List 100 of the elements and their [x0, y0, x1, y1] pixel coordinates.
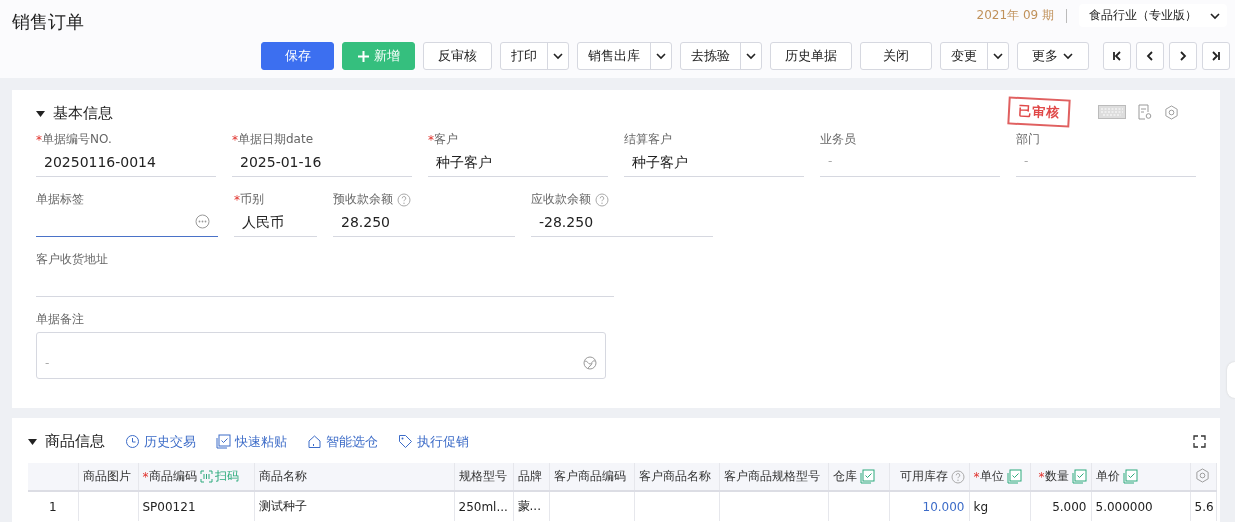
collapse-triangle-icon[interactable]: [36, 109, 45, 118]
form-field[interactable]: *币别 人民币: [234, 191, 317, 237]
table-cell: kg: [969, 491, 1030, 521]
split-button[interactable]: 销售出库: [577, 42, 672, 70]
required-mark: *: [232, 132, 238, 147]
column-title: 商品编码: [148, 468, 197, 485]
column-title: 商品图片: [82, 468, 131, 485]
page-title: 销售订单: [12, 10, 84, 34]
chevron-down-icon: [745, 50, 757, 62]
table-cell: 10.000: [889, 491, 969, 521]
house-icon: [307, 434, 322, 449]
column-title: 规格型号: [458, 468, 507, 485]
split-button[interactable]: 去拣验: [680, 42, 762, 70]
field-label: 币别: [240, 191, 264, 208]
toolbar-button[interactable]: 关闭: [860, 42, 932, 70]
edition-selector[interactable]: 食品行业（专业版）: [1079, 4, 1227, 27]
column-title: 单位: [979, 468, 1004, 485]
form-field[interactable]: *单据编号NO. 20250116-0014: [36, 131, 216, 177]
field-label: 业务员: [820, 131, 856, 148]
section-action-link[interactable]: 快速粘贴: [216, 432, 287, 451]
table-cell: 5.000000: [1091, 491, 1190, 521]
section-title: 商品信息: [45, 432, 105, 451]
plus-icon: [357, 49, 370, 63]
form-field[interactable]: 业务员 -: [820, 131, 1000, 177]
section-action-link[interactable]: 智能选仓: [307, 432, 378, 451]
required-mark: *: [973, 469, 980, 484]
more-button[interactable]: 更多: [1017, 42, 1089, 70]
split-button[interactable]: 打印: [500, 42, 569, 70]
toolbar-button[interactable]: 去拣验: [681, 43, 741, 69]
checkbox-icon: [216, 434, 231, 449]
column-title: 客户商品编码: [553, 468, 626, 485]
form-field[interactable]: 客户收货地址: [36, 251, 614, 297]
side-panel-handle[interactable]: [1227, 362, 1235, 398]
form-field[interactable]: *客户 种子客户: [428, 131, 608, 177]
form-field[interactable]: 应收款余额 -28.250: [531, 191, 713, 237]
field-value: 28.250: [341, 214, 390, 230]
record-nav-button[interactable]: [1202, 42, 1230, 70]
record-nav-button[interactable]: [1103, 42, 1131, 70]
column-title: 单价: [1095, 468, 1120, 485]
field-label: 单据编号NO.: [42, 131, 112, 148]
record-nav-button[interactable]: [1136, 42, 1164, 70]
form-field[interactable]: 单据标签: [36, 191, 218, 237]
column-title: 仓库: [832, 468, 857, 485]
table-cell: 250ml...: [454, 491, 513, 521]
field-label: 结算客户: [624, 131, 672, 148]
field-label: 单据备注: [36, 311, 84, 328]
section-action-link[interactable]: 执行促销: [398, 432, 469, 451]
column-title: 可用库存: [899, 468, 948, 485]
required-mark: *: [142, 469, 149, 484]
audited-stamp: 已审核: [1007, 96, 1071, 128]
toolbar-button[interactable]: 保存: [261, 42, 334, 70]
chevron-down-icon: [552, 50, 564, 62]
section-title: 基本信息: [53, 104, 113, 123]
toolbar-button[interactable]: 变更: [941, 43, 988, 69]
table-cell: 蒙...: [513, 491, 549, 521]
required-mark: *: [234, 192, 240, 207]
column-title: 客户商品规格型号: [723, 468, 820, 485]
field-value: 种子客户: [436, 154, 492, 172]
form-field[interactable]: 结算客户 种子客户: [624, 131, 804, 177]
column-title: 客户商品名称: [638, 468, 711, 485]
tag-icon: [398, 434, 413, 449]
table-cell: 5.000: [1030, 491, 1091, 521]
help-icon: [397, 192, 411, 207]
required-mark: *: [1038, 469, 1045, 484]
field-label: 单据日期date: [238, 131, 314, 148]
column-title: 品牌: [517, 468, 542, 485]
field-label: 预收款余额: [333, 191, 393, 208]
field-label: 客户: [434, 131, 458, 148]
split-button[interactable]: 变更: [940, 42, 1009, 70]
form-field[interactable]: 预收款余额 28.250: [333, 191, 515, 237]
column-title: 商品名称: [258, 468, 307, 485]
scan-icon: [199, 470, 213, 483]
field-label: 客户收货地址: [36, 251, 108, 268]
field-value: 20250116-0014: [44, 154, 156, 170]
last-page-icon: [1209, 49, 1223, 63]
more-options-icon[interactable]: [195, 214, 210, 229]
collapse-triangle-icon[interactable]: [28, 437, 37, 446]
table-cell: 测试种子: [254, 491, 454, 521]
field-placeholder: -: [828, 154, 833, 168]
chevron-down-icon: [655, 50, 667, 62]
toolbar-button[interactable]: 销售出库: [578, 43, 651, 69]
section-action-link[interactable]: 历史交易: [125, 432, 196, 451]
toolbar-button[interactable]: 历史单据: [770, 42, 852, 70]
settings-icon[interactable]: [1164, 104, 1179, 120]
form-field[interactable]: 部门 -: [1016, 131, 1196, 177]
form-field[interactable]: *单据日期date 2025-01-16: [232, 131, 412, 177]
chevron-down-icon: [1062, 50, 1074, 62]
field-value: 人民币: [242, 214, 284, 232]
fullscreen-icon[interactable]: [1193, 435, 1206, 448]
toolbar-button[interactable]: 打印: [501, 43, 548, 69]
first-page-icon: [1110, 49, 1124, 63]
field-placeholder: -: [1024, 154, 1029, 168]
record-nav-button[interactable]: [1169, 42, 1197, 70]
accounting-period: 2021年 09 期: [976, 7, 1054, 24]
field-label: 单据标签: [36, 191, 84, 208]
table-cell: SP00121: [138, 491, 254, 521]
toolbar-button[interactable]: 反审核: [423, 42, 492, 70]
field-placeholder: -: [45, 356, 50, 370]
field-label: 部门: [1016, 131, 1040, 148]
field-value: 2025-01-16: [240, 154, 322, 170]
